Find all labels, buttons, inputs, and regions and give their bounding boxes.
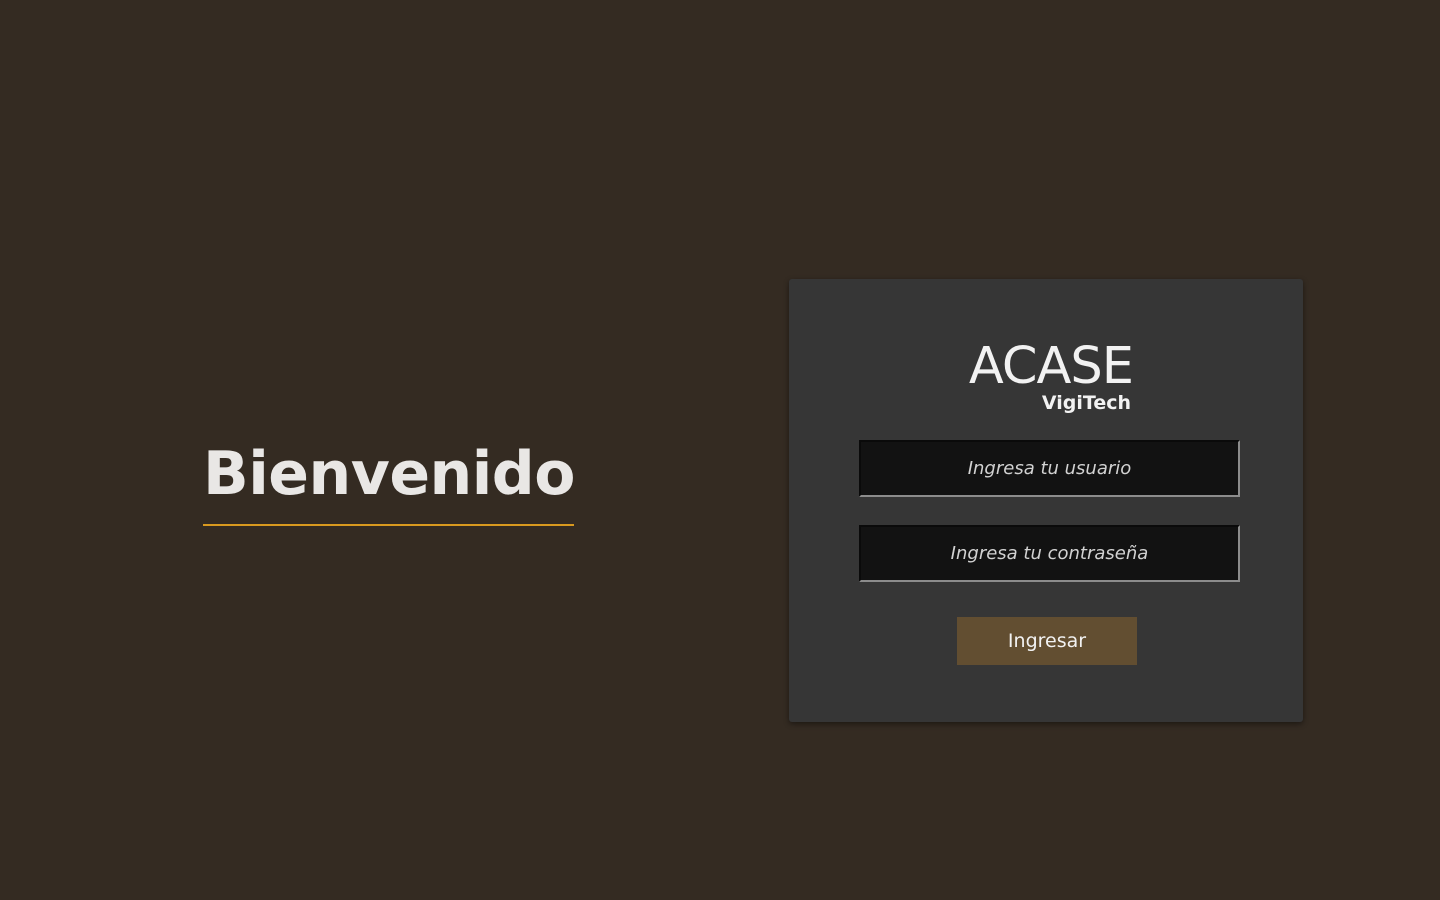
- password-input[interactable]: [859, 525, 1240, 582]
- logo-sub-text: VigiTech: [1041, 392, 1131, 414]
- logo-main-text: ACASE: [968, 337, 1134, 396]
- welcome-section: Bienvenido: [203, 432, 575, 526]
- welcome-underline-divider: [203, 524, 574, 526]
- username-input[interactable]: [859, 440, 1240, 497]
- login-page: Bienvenido ACASE VigiTech Ingresar: [0, 0, 1440, 900]
- brand-logo: ACASE VigiTech: [957, 337, 1134, 417]
- welcome-title: Bienvenido: [203, 439, 575, 509]
- login-submit-button[interactable]: Ingresar: [957, 617, 1137, 665]
- login-card: ACASE VigiTech Ingresar: [789, 279, 1303, 722]
